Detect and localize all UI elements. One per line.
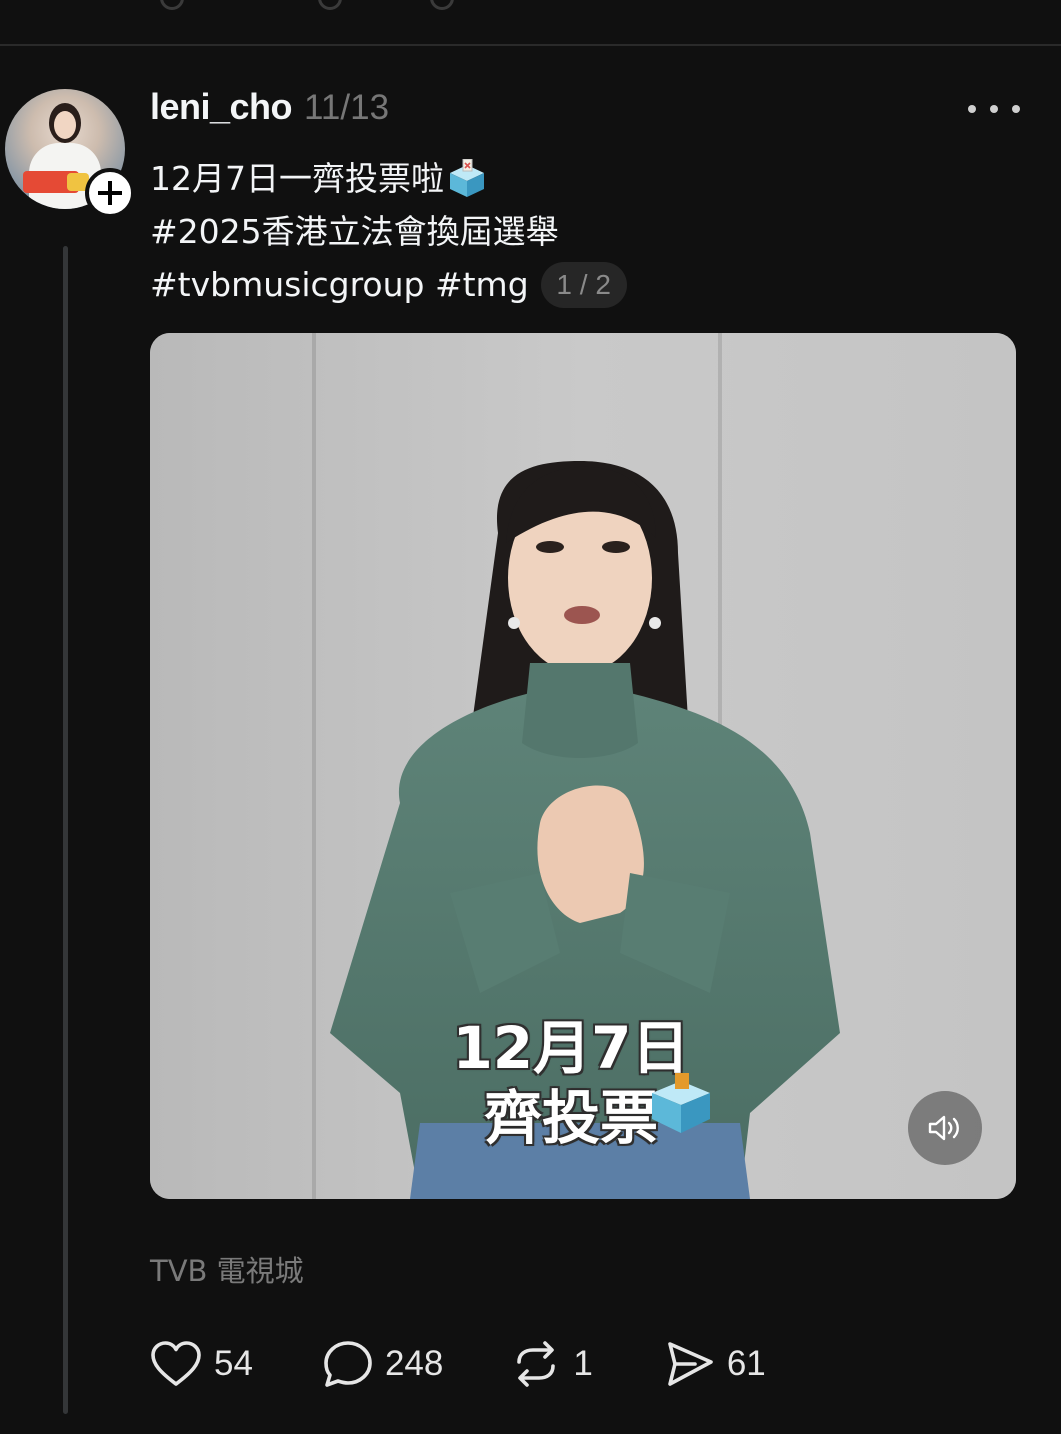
username[interactable]: leni_cho bbox=[150, 86, 293, 128]
video-player[interactable]: 12月7日 齊投票 bbox=[150, 333, 1016, 1199]
location-tag[interactable]: TVB 電視城 bbox=[150, 1248, 304, 1290]
comment-icon bbox=[324, 1341, 372, 1387]
speaker-icon bbox=[928, 1115, 959, 1141]
caption-line: #2025香港立法會換屆選舉 bbox=[150, 205, 1010, 258]
send-icon bbox=[668, 1342, 713, 1386]
top-bar-remnant bbox=[0, 0, 1061, 44]
hashtag-link[interactable]: #tvbmusicgroup #tmg bbox=[150, 258, 529, 311]
repost-icon bbox=[517, 1341, 556, 1387]
plus-icon bbox=[98, 181, 122, 205]
caption-line: 12月7日一齊投票啦 bbox=[150, 152, 1010, 205]
reply-count: 248 bbox=[384, 1344, 444, 1383]
caption-line: #tvbmusicgroup #tmg 1 / 2 bbox=[150, 258, 1010, 311]
like-button[interactable]: 54 bbox=[150, 1341, 253, 1387]
action-bar: 54 248 1 61 bbox=[150, 1336, 766, 1392]
repost-count: 1 bbox=[573, 1344, 593, 1383]
post-date: 11/13 bbox=[304, 88, 390, 127]
faint-icon bbox=[430, 0, 454, 10]
media-page-indicator: 1 / 2 bbox=[540, 261, 627, 308]
share-count: 61 bbox=[726, 1344, 766, 1383]
more-horizontal-icon bbox=[968, 105, 976, 113]
caption-text: 12月7日一齊投票啦 bbox=[150, 159, 444, 198]
repost-button[interactable]: 1 bbox=[511, 1340, 593, 1388]
more-button[interactable] bbox=[968, 96, 1020, 122]
hashtag-link[interactable]: #2025香港立法會換屆選舉 bbox=[150, 205, 559, 258]
share-button[interactable]: 61 bbox=[665, 1340, 766, 1388]
post-header: leni_cho 11/13 bbox=[150, 86, 389, 130]
thread-line bbox=[63, 246, 68, 1414]
faint-icon bbox=[160, 0, 184, 10]
mute-button[interactable] bbox=[908, 1091, 982, 1165]
faint-icon bbox=[318, 0, 342, 10]
reply-button[interactable]: 248 bbox=[323, 1340, 443, 1388]
heart-icon bbox=[151, 1341, 201, 1386]
divider bbox=[0, 44, 1061, 46]
ballot-box-emoji bbox=[450, 158, 484, 197]
post-caption: 12月7日一齊投票啦 #2025香港立法會換屆選舉 #tvbmusicgroup… bbox=[150, 152, 1010, 311]
like-count: 54 bbox=[214, 1344, 253, 1383]
video-overlay-text: 齊投票 bbox=[483, 1084, 658, 1152]
ballot-box-emoji bbox=[652, 1073, 710, 1133]
follow-button[interactable] bbox=[85, 168, 135, 218]
